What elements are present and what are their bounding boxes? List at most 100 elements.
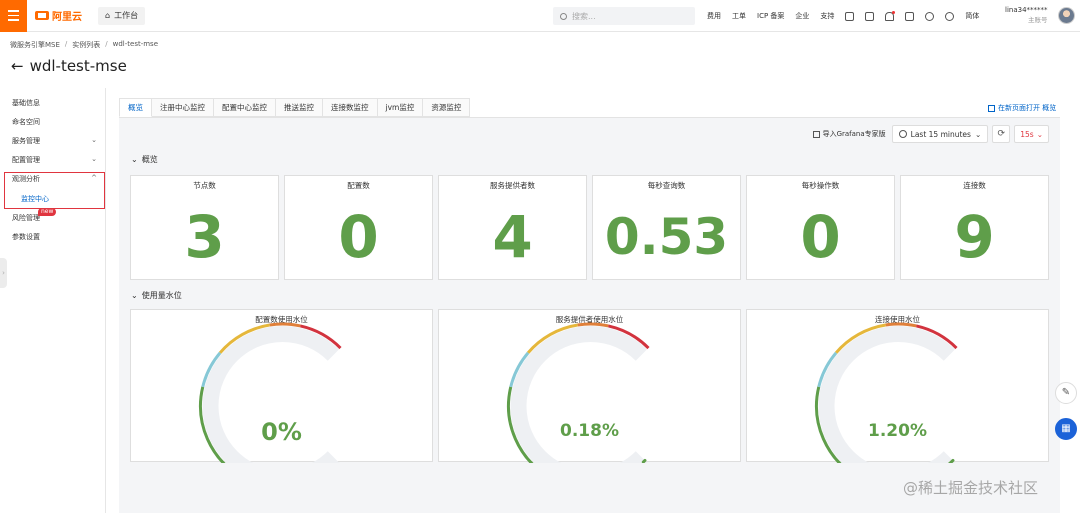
sidebar-item-namespace[interactable]: 命名空间: [12, 117, 102, 127]
breadcrumb-separator: /: [64, 40, 68, 48]
nav-link-tickets[interactable]: 工单: [732, 11, 746, 21]
lightbulb-icon[interactable]: [925, 11, 935, 21]
stat-card-nodes: 节点数 3: [130, 175, 279, 280]
language-switch[interactable]: 简体: [965, 11, 979, 21]
workbench-label: 工作台: [114, 11, 139, 20]
nav-link-support[interactable]: 支持: [820, 11, 834, 21]
workbench-button[interactable]: ⌂ 工作台: [98, 6, 146, 25]
refresh-interval-label: 15s: [1020, 129, 1034, 139]
breadcrumb-item-current: wdl-test-mse: [112, 40, 159, 48]
tab-config-monitor[interactable]: 配置中心监控: [214, 98, 276, 117]
edit-icon[interactable]: ✎: [1055, 382, 1077, 404]
breadcrumb-item-mse[interactable]: 微服务引擎MSE: [10, 40, 60, 50]
open-in-new-page-label: 在新页面打开 概览: [998, 104, 1057, 112]
avatar[interactable]: [1058, 7, 1075, 24]
back-arrow-icon[interactable]: ←: [11, 57, 24, 75]
nav-link-icp[interactable]: ICP 备案: [757, 11, 784, 21]
tab-registry-monitor[interactable]: 注册中心监控: [152, 98, 214, 117]
stat-card-ops: 每秒操作数 0: [746, 175, 895, 280]
gauge-value: 0.18%: [560, 421, 619, 441]
sidebar-item-service-management[interactable]: 服务管理 ⌄: [12, 136, 102, 146]
gauge-card-provider-usage: 服务提供者使用水位 0.18%: [438, 309, 741, 463]
import-grafana-button[interactable]: 导入Grafana专家版: [812, 129, 886, 139]
user-info[interactable]: lina34****** 主账号: [1005, 5, 1048, 25]
open-in-new-page-link[interactable]: 在新页面打开 概览: [988, 103, 1056, 113]
refresh-icon: ⟳: [997, 129, 1006, 139]
bell-icon[interactable]: [885, 10, 896, 21]
gauge-threshold-band: [269, 322, 301, 328]
search-icon: [560, 12, 567, 20]
refresh-interval-picker[interactable]: 15s ⌄: [1014, 125, 1049, 143]
tab-overview[interactable]: 概览: [119, 98, 152, 117]
aliyun-logo[interactable]: 阿里云: [35, 8, 82, 23]
nav-link-enterprise[interactable]: 企业: [795, 11, 809, 21]
sidebar-subitem-monitoring-center[interactable]: 监控中心: [21, 194, 49, 204]
menu-icon[interactable]: [0, 0, 27, 32]
logo-text: 阿里云: [52, 12, 82, 23]
stat-value: 3: [184, 203, 225, 271]
tab-resource-monitor[interactable]: 资源监控: [423, 98, 471, 117]
sidebar-item-label: 参数设置: [12, 233, 40, 241]
stat-value: 9: [954, 203, 995, 271]
help-icon[interactable]: [945, 11, 955, 21]
sidebar-item-label: 配置管理: [12, 156, 40, 164]
sidebar-item-label: 命名空间: [12, 118, 40, 126]
gauge-threshold-band: [577, 322, 609, 328]
sidebar-item-parameters[interactable]: 参数设置: [12, 232, 102, 242]
sidebar-collapse-handle[interactable]: ›: [0, 258, 7, 288]
stat-card-configs: 配置数 0: [284, 175, 433, 280]
user-name: lina34******: [1005, 6, 1048, 14]
user-role: 主账号: [1028, 16, 1048, 24]
section-overview[interactable]: ⌄ 概览: [131, 154, 158, 165]
import-grafana-label: 导入Grafana专家版: [822, 130, 886, 138]
gauge-track: [510, 326, 648, 463]
nav-link-billing[interactable]: 费用: [707, 11, 721, 21]
refresh-button[interactable]: ⟳: [992, 125, 1011, 143]
tab-connection-monitor[interactable]: 连接数监控: [323, 98, 378, 117]
stat-label: 配置数: [347, 181, 370, 190]
tab-push-monitor[interactable]: 推送监控: [276, 98, 323, 117]
app-icon[interactable]: [845, 11, 855, 21]
stat-card-providers: 服务提供者数 4: [438, 175, 587, 280]
stat-card-connections: 连接数 9: [900, 175, 1049, 280]
cart-icon[interactable]: [905, 11, 915, 21]
chevron-down-icon: ⌄: [131, 155, 138, 164]
stat-value: 0: [800, 203, 841, 271]
section-water-level[interactable]: ⌄ 使用量水位: [131, 290, 182, 301]
stat-label: 服务提供者数: [490, 181, 535, 190]
sidebar-item-basic-info[interactable]: 基础信息: [12, 98, 102, 108]
sidebar-item-label: 服务管理: [12, 137, 40, 145]
gauge-value: 1.20%: [868, 421, 927, 441]
highlight-box: [4, 172, 105, 209]
sidebar-item-config-management[interactable]: 配置管理 ⌄: [12, 155, 102, 165]
grid-icon[interactable]: ▦: [1055, 418, 1077, 440]
section-water-level-title: 使用量水位: [141, 291, 182, 300]
breadcrumb-item-instances[interactable]: 实例列表: [72, 40, 100, 50]
aliyun-logo-mark: [35, 11, 49, 20]
sidebar: 基础信息 命名空间 服务管理 ⌄ 配置管理 ⌄ 观测分析 ^ 风险管理 参数设置: [0, 88, 106, 513]
stat-label: 连接数: [963, 181, 986, 190]
search-input[interactable]: 搜索...: [553, 7, 695, 25]
page-title: ← wdl-test-mse: [11, 57, 127, 75]
monitor-tabs: 概览 注册中心监控 配置中心监控 推送监控 连接数监控 jvm监控 资源监控: [119, 98, 471, 117]
time-range-picker[interactable]: Last 15 minutes ⌄: [891, 125, 989, 143]
gauge-card-connection-usage: 连接使用水位 1.20%: [746, 309, 1049, 463]
search-placeholder: 搜索...: [572, 11, 596, 21]
dashboard-toolbar: 导入Grafana专家版 Last 15 minutes ⌄ ⟳ 15s ⌄: [812, 125, 1049, 143]
import-icon: [812, 130, 820, 138]
gauge-value: 0%: [261, 418, 302, 446]
new-badge: new: [38, 208, 57, 216]
sidebar-item-risk-management[interactable]: 风险管理: [12, 213, 102, 223]
stat-value: 0: [338, 203, 379, 271]
gauge-track: [818, 326, 956, 463]
clock-icon: [898, 130, 907, 138]
chevron-down-icon: ⌄: [91, 136, 97, 144]
stat-label: 每秒操作数: [801, 181, 840, 190]
sidebar-item-label: 风险管理: [12, 214, 40, 222]
tab-jvm-monitor[interactable]: jvm监控: [377, 98, 424, 117]
breadcrumb: 微服务引擎MSE / 实例列表 / wdl-test-mse: [10, 40, 158, 50]
stat-value: 0.53: [604, 208, 729, 266]
chevron-down-icon: ⌄: [1036, 129, 1043, 139]
stat-label: 每秒查询数: [647, 181, 686, 190]
screen-icon[interactable]: [865, 11, 875, 21]
